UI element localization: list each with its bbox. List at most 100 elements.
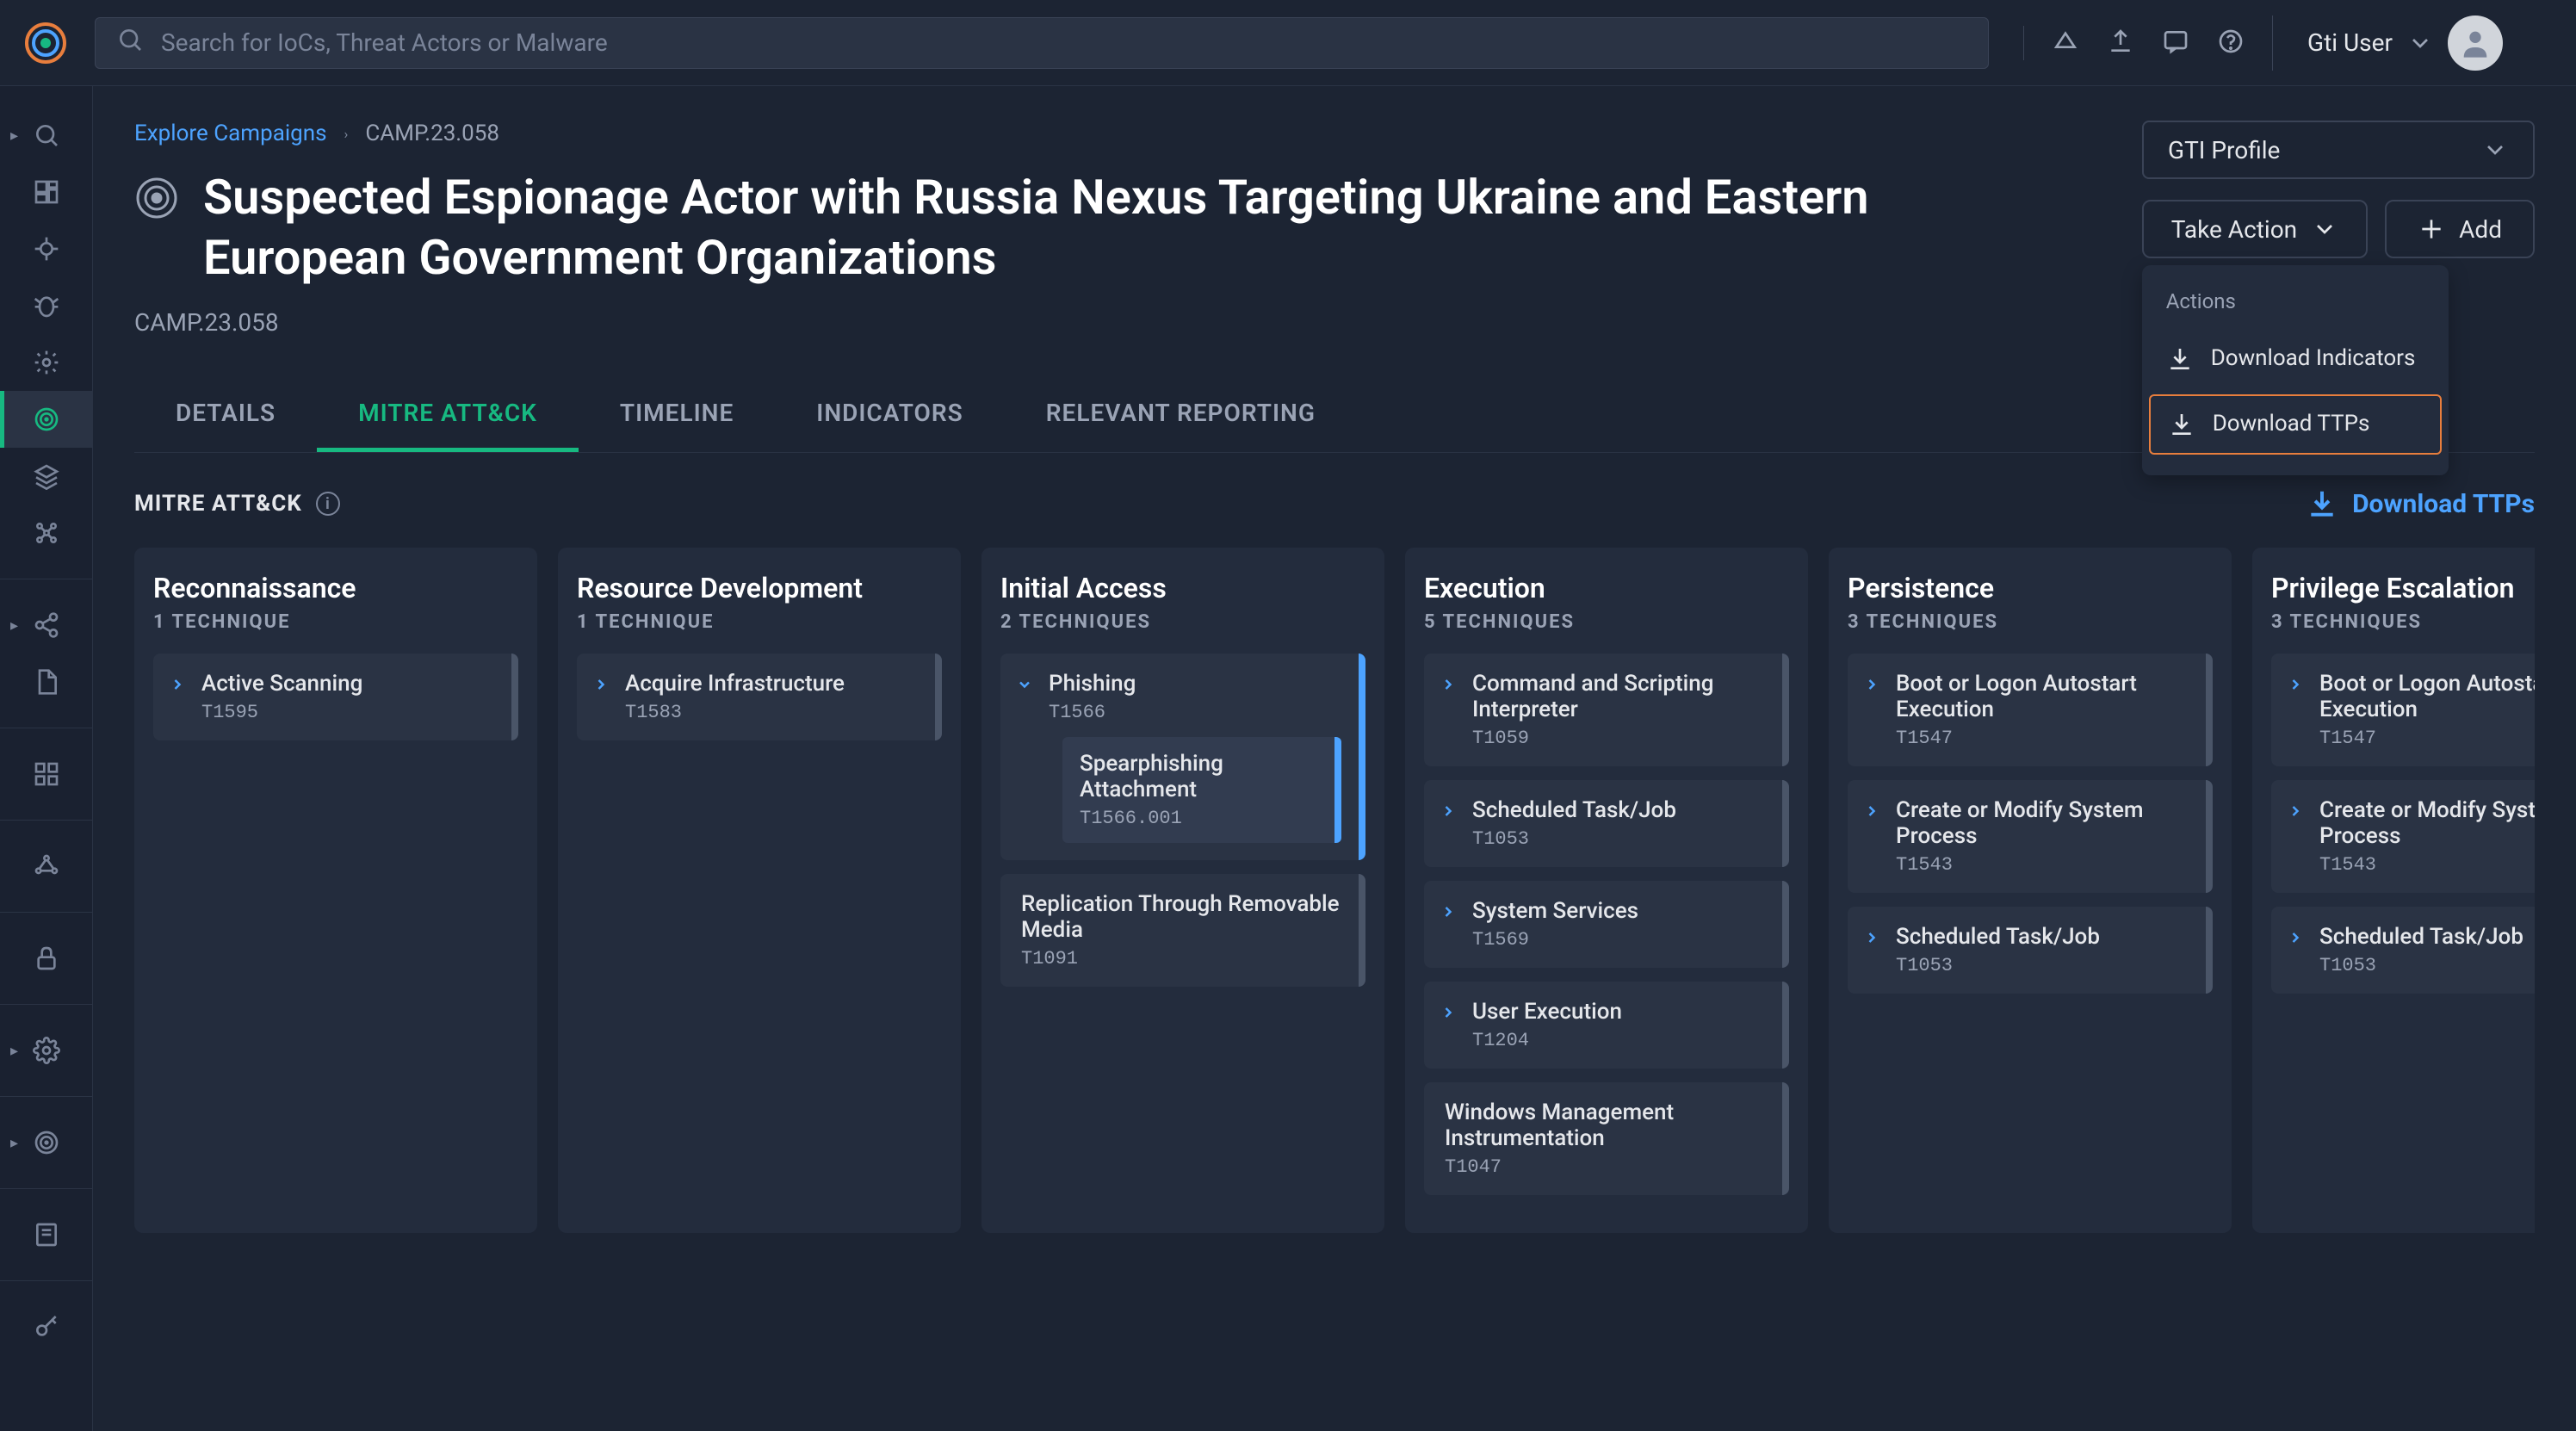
sidebar-item-target[interactable] <box>0 391 93 448</box>
target-icon <box>134 176 179 220</box>
technique-name: Phishing <box>1049 671 1341 697</box>
technique-card[interactable]: Active ScanningT1595 <box>153 654 518 740</box>
technique-name: Scheduled Task/Job <box>1472 797 1765 823</box>
technique-name: Scheduled Task/Job <box>1896 924 2189 950</box>
technique-card[interactable]: Scheduled Task/Job T1053 <box>2271 907 2535 994</box>
tactic-column: Execution5 TECHNIQUESCommand and Scripti… <box>1405 548 1808 1233</box>
technique-card[interactable]: Replication Through Removable MediaT1091 <box>1000 874 1365 987</box>
chevron-right-icon[interactable] <box>1440 1002 1457 1026</box>
technique-card[interactable]: Create or Modify System ProcessT1543 <box>2271 780 2535 893</box>
sidebar-item-gear[interactable]: ▸ <box>0 1022 93 1079</box>
user-menu[interactable]: Gti User <box>2272 15 2503 71</box>
chevron-right-icon[interactable] <box>1863 674 1880 698</box>
technique-name: User Execution <box>1472 999 1765 1025</box>
dropdown-download-ttps[interactable]: Download TTPs <box>2149 394 2442 455</box>
sidebar-item-grid[interactable] <box>0 746 93 802</box>
download-ttps-link[interactable]: Download TTPs <box>2306 487 2535 520</box>
help-icon[interactable] <box>2217 28 2245 59</box>
sidebar-item-page[interactable] <box>0 1206 93 1263</box>
sidebar-item-doc[interactable] <box>0 654 93 710</box>
chevron-right-icon[interactable] <box>2287 801 2304 825</box>
sidebar-item-layers[interactable] <box>0 448 93 505</box>
sidebar-item-bug1[interactable] <box>0 220 93 277</box>
upload-icon[interactable] <box>2107 28 2134 59</box>
search-bar[interactable] <box>95 17 1989 69</box>
sidebar-item-key[interactable] <box>0 1298 93 1355</box>
technique-id: T1543 <box>2319 854 2535 876</box>
technique-card[interactable]: Command and Scripting Interpreter T1059 <box>1424 654 1789 766</box>
technique-id: T1053 <box>2319 955 2535 976</box>
technique-card[interactable]: Acquire InfrastructureT1583 <box>577 654 942 740</box>
dropdown-download-indicators[interactable]: Download Indicators <box>2142 327 2449 391</box>
search-input[interactable] <box>161 28 1967 57</box>
add-button[interactable]: Add <box>2385 200 2535 258</box>
tactic-title: Reconnaissance <box>153 572 518 604</box>
search-icon <box>116 26 144 59</box>
notifications-icon[interactable] <box>2052 28 2079 59</box>
info-icon[interactable]: i <box>316 492 340 516</box>
technique-card[interactable]: Scheduled Task/JobT1053 <box>1424 780 1789 867</box>
divider <box>2023 26 2024 60</box>
tactic-column: Resource Development1 TECHNIQUEAcquire I… <box>558 548 961 1233</box>
avatar[interactable] <box>2448 15 2503 71</box>
mitre-label: MITRE ATT&CK i <box>134 491 340 517</box>
chevron-right-icon[interactable] <box>2287 674 2304 698</box>
chevron-right-icon[interactable] <box>1863 927 1880 951</box>
chevron-right-icon[interactable] <box>1440 674 1457 698</box>
chevron-right-icon[interactable] <box>592 674 610 698</box>
chevron-right-icon[interactable] <box>169 674 186 698</box>
technique-name: Scheduled Task/Job <box>2319 924 2535 950</box>
chevron-right-icon[interactable] <box>2287 927 2304 951</box>
tab-mitre[interactable]: MITRE ATT&CK <box>317 378 579 452</box>
breadcrumb-parent[interactable]: Explore Campaigns <box>134 121 327 146</box>
technique-id: T1547 <box>1896 728 2189 749</box>
app-logo[interactable] <box>24 22 67 65</box>
technique-name: Boot or Logon Autostart Execution <box>2319 671 2535 722</box>
chevron-right-icon[interactable] <box>1440 801 1457 825</box>
tactic-count: 3 TECHNIQUES <box>2271 611 2535 633</box>
tab-indicators[interactable]: INDICATORS <box>775 378 1004 452</box>
tab-timeline[interactable]: TIMELINE <box>579 378 775 452</box>
technique-card[interactable]: Boot or Logon Autostart ExecutionT1547 <box>2271 654 2535 766</box>
sidebar-item-lock[interactable] <box>0 930 93 987</box>
technique-name: Spearphishing Attachment <box>1080 751 1317 802</box>
sidebar-item-dashboard[interactable] <box>0 164 93 220</box>
tactic-count: 1 TECHNIQUE <box>577 611 942 633</box>
chevron-down-icon <box>2406 29 2434 57</box>
tactic-column: Privilege Escalation3 TECHNIQUESBoot or … <box>2252 548 2535 1233</box>
technique-id: T1059 <box>1472 728 1765 749</box>
tactics-row[interactable]: Reconnaissance 1 TECHNIQUE Active Scanning… <box>134 548 2535 1250</box>
sub-technique[interactable]: Spearphishing AttachmentT1566.001 <box>1062 737 1341 843</box>
tactic-title: Execution <box>1424 572 1789 604</box>
user-name: Gti User <box>2307 28 2393 57</box>
technique-card[interactable]: Windows Management InstrumentationT1047 <box>1424 1082 1789 1195</box>
take-action-button[interactable]: Take Action <box>2142 200 2368 258</box>
page-title: Suspected Espionage Actor with Russia Ne… <box>203 167 2011 288</box>
technique-card[interactable]: Scheduled Task/JobT1053 <box>1848 907 2213 994</box>
technique-card[interactable]: System ServicesT1569 <box>1424 881 1789 968</box>
tab-details[interactable]: DETAILS <box>134 378 317 452</box>
chevron-right-icon[interactable] <box>1863 801 1880 825</box>
sidebar-item-settings[interactable] <box>0 334 93 391</box>
sidebar-item-bug2[interactable] <box>0 277 93 334</box>
technique-card[interactable]: Create or Modify System ProcessT1543 <box>1848 780 2213 893</box>
top-header: Gti User <box>0 0 2576 86</box>
sidebar-item-molecule[interactable] <box>0 838 93 895</box>
chevron-down-icon[interactable] <box>1016 674 1033 698</box>
download-icon <box>2166 345 2194 373</box>
sidebar-item-scan[interactable]: ▸ <box>0 107 93 164</box>
chevron-down-icon <box>2311 215 2338 243</box>
technique-card[interactable]: User ExecutionT1204 <box>1424 982 1789 1069</box>
tactic-count: 2 TECHNIQUES <box>1000 611 1365 633</box>
sidebar-item-radar[interactable]: ▸ <box>0 1114 93 1171</box>
technique-card[interactable]: Boot or Logon Autostart ExecutionT1547 <box>1848 654 2213 766</box>
profile-select[interactable]: GTI Profile <box>2142 121 2535 179</box>
chevron-right-icon[interactable] <box>1440 901 1457 926</box>
sidebar-item-network[interactable] <box>0 505 93 561</box>
sidebar-item-share[interactable]: ▸ <box>0 597 93 654</box>
technique-card[interactable]: PhishingT1566Spearphishing AttachmentT15… <box>1000 654 1365 860</box>
tab-relevant[interactable]: RELEVANT REPORTING <box>1005 378 1357 452</box>
comment-icon[interactable] <box>2162 28 2189 59</box>
technique-name: Create or Modify System Process <box>1896 797 2189 849</box>
technique-name: Command and Scripting Interpreter <box>1472 671 1765 722</box>
